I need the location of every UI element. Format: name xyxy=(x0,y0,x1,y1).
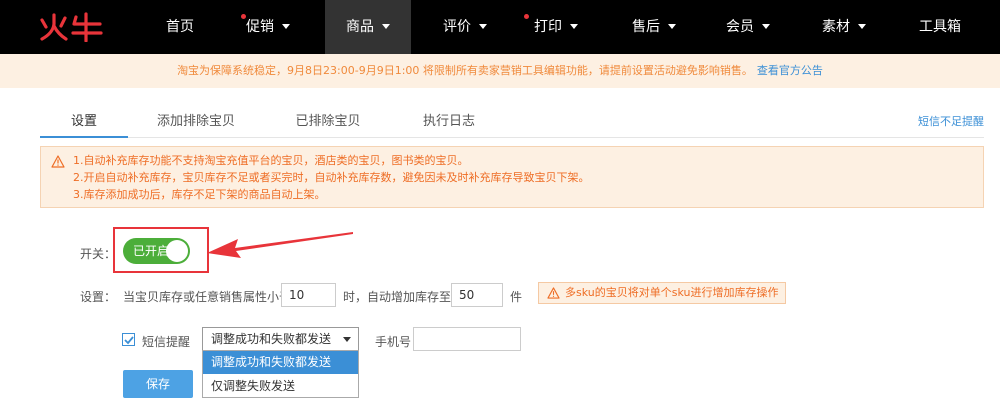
notice-bar: 淘宝为保障系统稳定，9月8日23:00-9月9日1:00 将限制所有卖家营销工具… xyxy=(0,54,1000,88)
select-value: 调整成功和失败都发送 xyxy=(211,332,332,346)
caret-down-icon xyxy=(858,24,866,29)
tab-settings[interactable]: 设置 xyxy=(40,108,128,138)
nav-label: 售后 xyxy=(632,19,660,35)
nav-item-home[interactable]: 首页 xyxy=(147,0,213,54)
tab-excluded[interactable]: 已排除宝贝 xyxy=(286,108,370,138)
nav-item-members[interactable]: 会员 xyxy=(708,0,788,54)
nav-item-print[interactable]: 打印 xyxy=(516,0,596,54)
brand-logo[interactable] xyxy=(38,12,104,42)
warning-box: 1.自动补充库存功能不支持淘宝充值平台的宝贝，酒店类的宝贝，图书类的宝贝。 2.… xyxy=(40,146,984,208)
threshold-input[interactable]: 10 xyxy=(281,283,336,307)
warning-line: 2.开启自动补充库存，宝贝库存不足或者买完时，自动补充库存数，避免因未及时补充库… xyxy=(73,171,590,184)
notice-text: 淘宝为保障系统稳定，9月8日23:00-9月9日1:00 将限制所有卖家营销工具… xyxy=(177,64,753,77)
warning-line: 3.库存添加成功后，库存不足下架的商品自动上架。 xyxy=(73,188,326,201)
sku-tip-text: 多sku的宝贝将对单个sku进行增加库存操作 xyxy=(565,286,779,299)
setting-label: 设置： xyxy=(80,290,117,304)
sms-reminder-label: 短信提醒 xyxy=(142,335,191,349)
caret-down-icon xyxy=(570,24,578,29)
setting-text-before: 当宝贝库存或任意销售属性小于 xyxy=(123,290,292,304)
warning-icon xyxy=(547,287,560,299)
caret-down-icon xyxy=(762,24,770,29)
nav-label: 首页 xyxy=(166,19,194,35)
notification-dot xyxy=(241,14,246,19)
caret-down-icon xyxy=(382,24,390,29)
setting-text-middle: 时，自动增加库存至 xyxy=(343,290,452,304)
caret-down-icon xyxy=(343,337,351,342)
toggle-knob xyxy=(166,240,188,262)
nav-item-products[interactable]: 商品 xyxy=(325,0,411,54)
sms-mode-select[interactable]: 调整成功和失败都发送 xyxy=(202,327,359,351)
warning-icon xyxy=(51,155,65,168)
nav-label: 打印 xyxy=(534,19,562,35)
sms-mode-dropdown: 调整成功和失败都发送 仅调整失败发送 xyxy=(202,350,359,398)
nav-item-promotion[interactable]: 促销 xyxy=(228,0,308,54)
check-icon xyxy=(124,336,134,345)
nav-label: 会员 xyxy=(726,19,754,35)
phone-input[interactable] xyxy=(413,327,521,351)
save-button[interactable]: 保存 xyxy=(123,370,193,398)
switch-label: 开关： xyxy=(80,247,117,261)
nav-item-reviews[interactable]: 评价 xyxy=(425,0,505,54)
sms-reminder-checkbox[interactable] xyxy=(122,333,135,346)
dropdown-option[interactable]: 调整成功和失败都发送 xyxy=(203,351,358,374)
auto-restock-toggle[interactable]: 已开启 xyxy=(123,238,190,264)
nav-item-materials[interactable]: 素材 xyxy=(804,0,884,54)
sku-tip: 多sku的宝贝将对单个sku进行增加库存操作 xyxy=(538,282,786,304)
caret-down-icon xyxy=(668,24,676,29)
setting-text-after: 件 xyxy=(510,290,523,304)
tab-execution-log[interactable]: 执行日志 xyxy=(414,108,484,138)
phone-label: 手机号 xyxy=(375,335,412,349)
tab-bar: 设置 添加排除宝贝 已排除宝贝 执行日志 短信不足提醒 xyxy=(40,108,984,138)
caret-down-icon xyxy=(479,24,487,29)
dropdown-option[interactable]: 仅调整失败发送 xyxy=(203,375,358,398)
tab-add-excluded[interactable]: 添加排除宝贝 xyxy=(144,108,248,138)
warning-line: 1.自动补充库存功能不支持淘宝充值平台的宝贝，酒店类的宝贝，图书类的宝贝。 xyxy=(73,154,469,167)
nav-label: 促销 xyxy=(246,19,274,35)
nav-label: 素材 xyxy=(822,19,850,35)
arrow-annotation-icon xyxy=(207,232,353,258)
nav-item-toolbox[interactable]: 工具箱 xyxy=(900,0,980,54)
top-nav: 首页 促销 商品 评价 打印 售后 会员 素材 工具箱 xyxy=(0,0,1000,54)
notification-dot xyxy=(524,14,529,19)
toggle-state-text: 已开启 xyxy=(133,244,170,258)
nav-label: 工具箱 xyxy=(919,19,961,35)
nav-label: 评价 xyxy=(443,19,471,35)
nav-label: 商品 xyxy=(346,19,374,35)
sms-shortage-link[interactable]: 短信不足提醒 xyxy=(918,108,984,136)
target-stock-input[interactable]: 50 xyxy=(451,283,503,307)
notice-link[interactable]: 查看官方公告 xyxy=(757,64,823,77)
nav-item-aftersales[interactable]: 售后 xyxy=(614,0,694,54)
caret-down-icon xyxy=(282,24,290,29)
